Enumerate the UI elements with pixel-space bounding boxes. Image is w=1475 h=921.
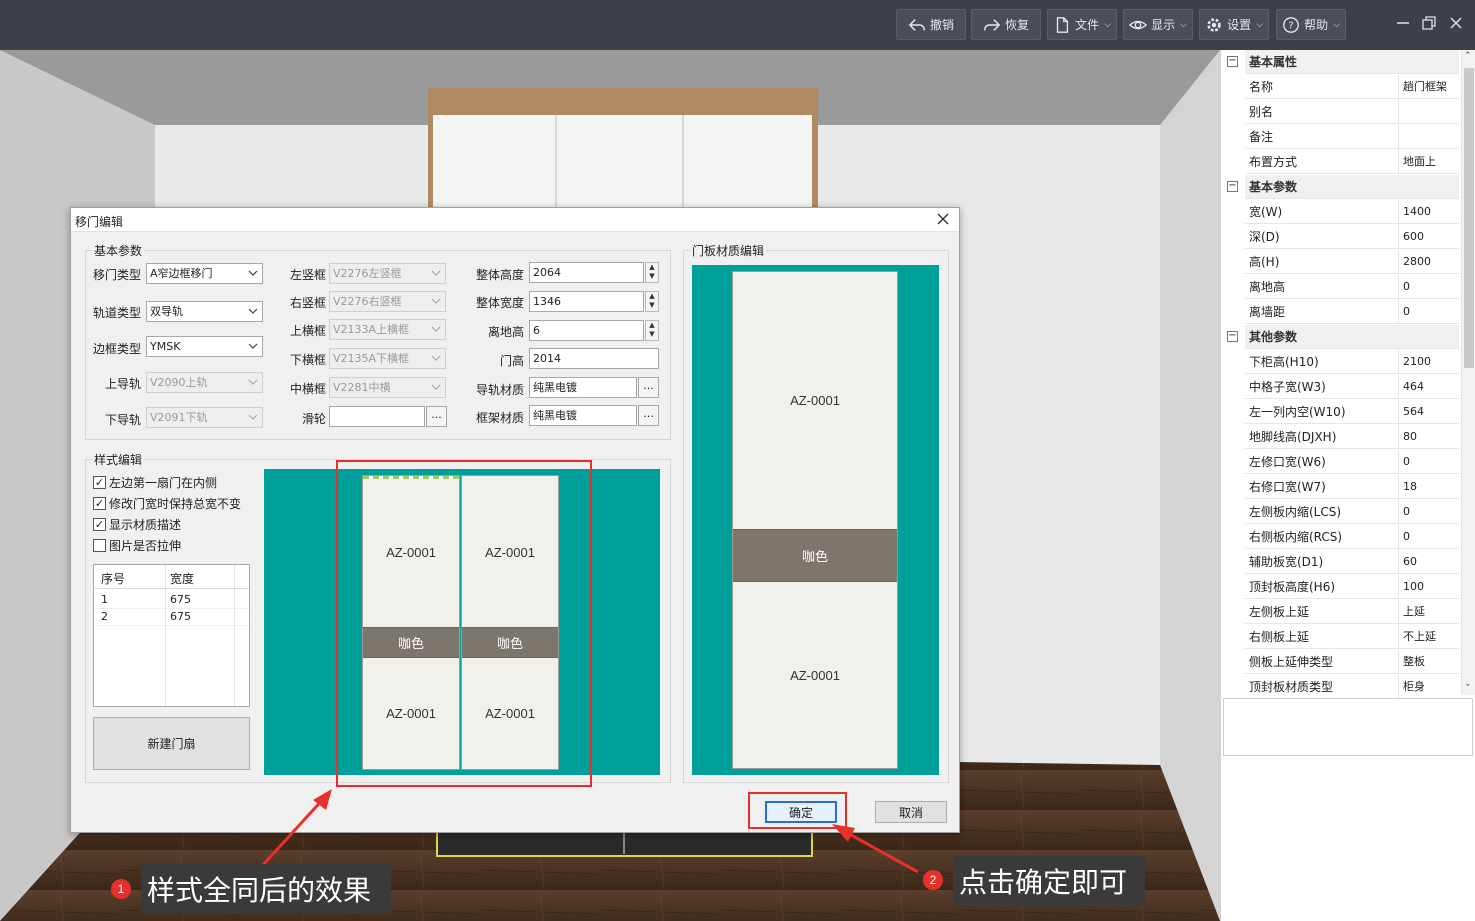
annotation-badge-1: 1 — [111, 879, 131, 899]
annotation-arrows — [260, 789, 919, 874]
annotation-callout-2: 点击确定即可 — [953, 856, 1145, 906]
annotation-badge-2: 2 — [923, 870, 943, 890]
annotation-callout-1: 样式全同后的效果 — [141, 864, 391, 914]
